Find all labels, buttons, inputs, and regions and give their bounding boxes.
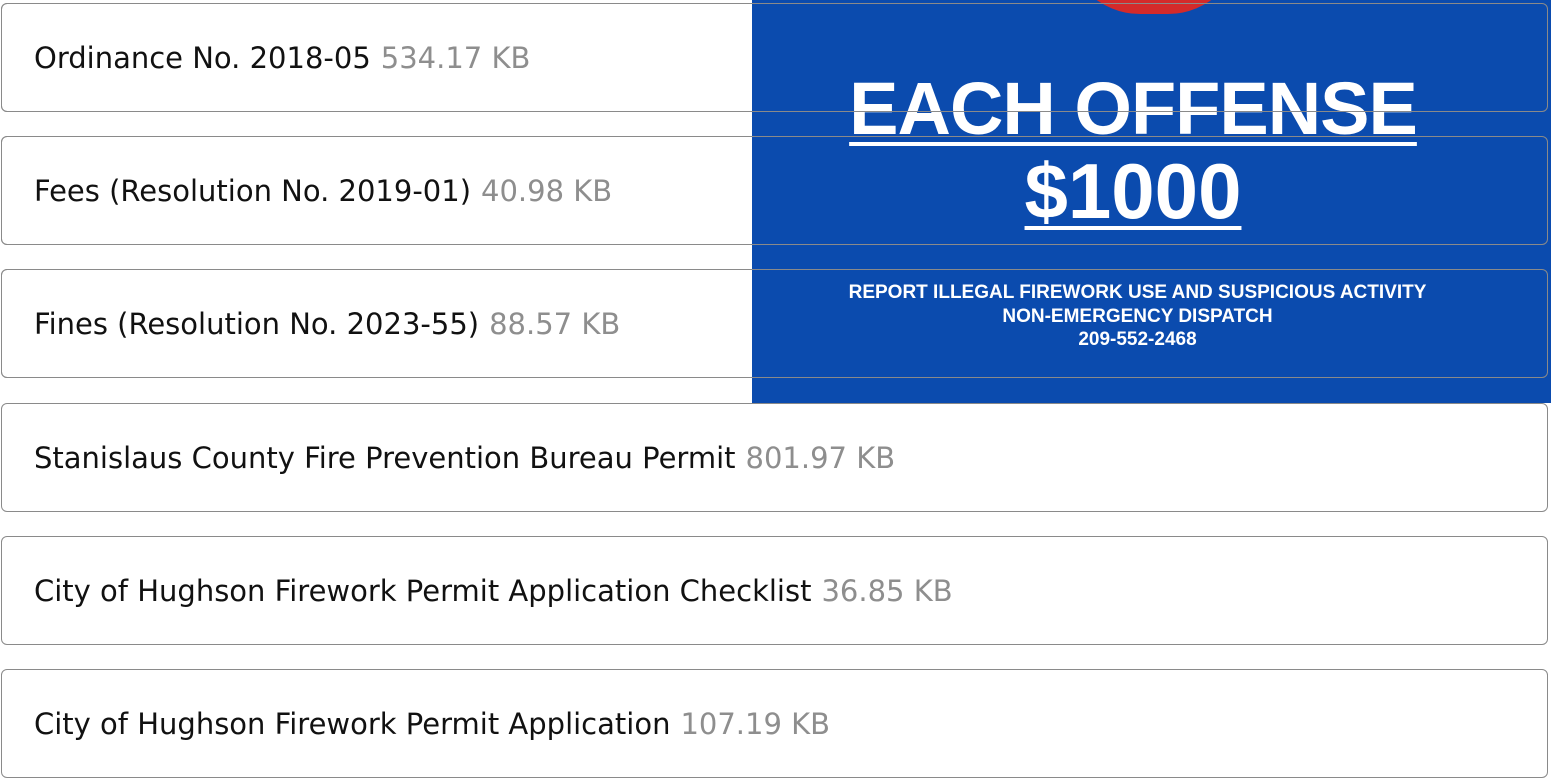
- file-size: 801.97 KB: [745, 440, 896, 475]
- document-row-permit-application[interactable]: City of Hughson Firework Permit Applicat…: [1, 669, 1548, 778]
- document-row-county-permit[interactable]: Stanislaus County Fire Prevention Bureau…: [1, 403, 1548, 512]
- page: Ordinance No. 2018-05 534.17 KB Fees (Re…: [0, 0, 1551, 780]
- document-row-border: [1, 136, 1548, 245]
- document-row-border: [1, 269, 1548, 378]
- file-size: 36.85 KB: [821, 573, 953, 608]
- document-link[interactable]: Stanislaus County Fire Prevention Bureau…: [34, 441, 736, 475]
- document-row-border: [1, 3, 1548, 112]
- document-link[interactable]: City of Hughson Firework Permit Applicat…: [34, 574, 811, 608]
- document-row-permit-checklist[interactable]: City of Hughson Firework Permit Applicat…: [1, 536, 1548, 645]
- file-size: 107.19 KB: [680, 706, 831, 741]
- document-link[interactable]: City of Hughson Firework Permit Applicat…: [34, 707, 670, 741]
